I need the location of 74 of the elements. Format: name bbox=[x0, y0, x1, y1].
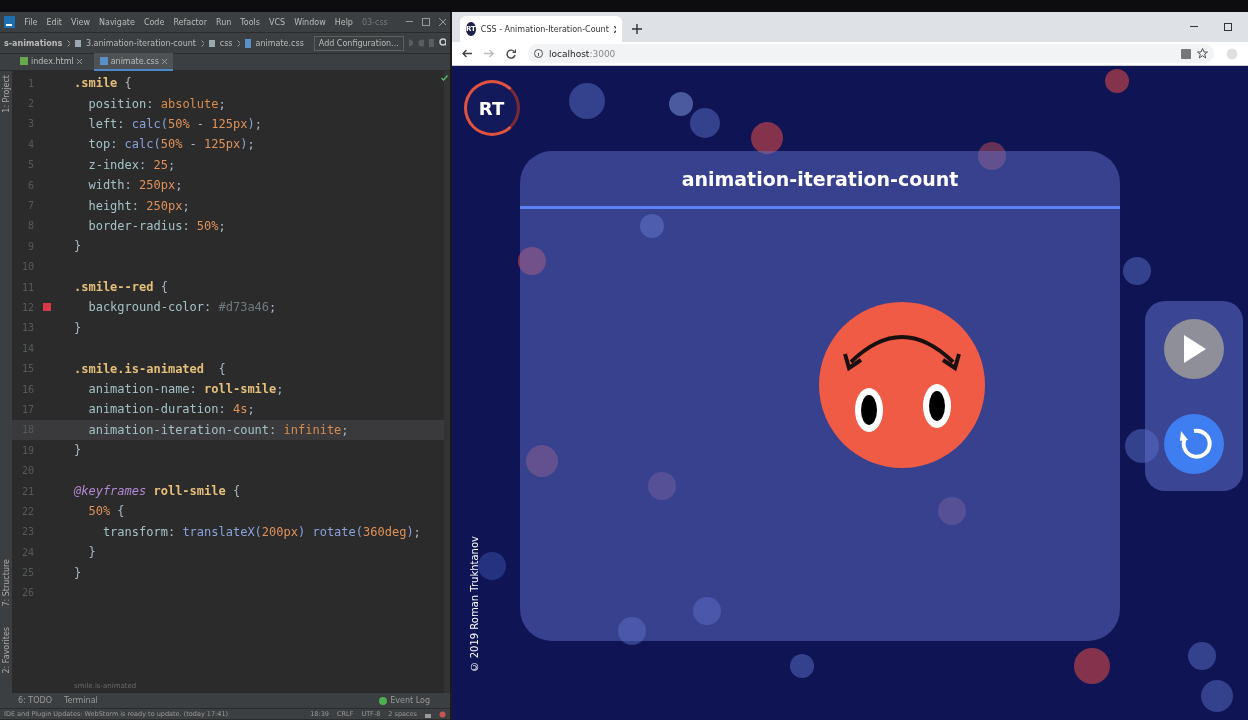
menu-item[interactable]: Refactor bbox=[173, 17, 207, 27]
folder-icon bbox=[208, 39, 215, 47]
code-line: background-color: #d73a46; bbox=[87, 300, 277, 315]
code-line: } bbox=[74, 239, 82, 254]
star-icon[interactable] bbox=[1197, 48, 1208, 59]
tool-window-tab[interactable]: 7: Structure bbox=[1, 559, 11, 607]
code-line: } bbox=[74, 320, 82, 335]
code-line: } bbox=[74, 565, 82, 580]
maximize-button[interactable] bbox=[1224, 23, 1232, 31]
code-line: height: 250px; bbox=[87, 198, 190, 213]
menu-item[interactable]: Tools bbox=[240, 17, 260, 27]
breadcrumb-item[interactable]: s-animations bbox=[4, 38, 63, 48]
minimize-button[interactable] bbox=[1190, 26, 1198, 28]
code-line: @keyframes roll-smile { bbox=[74, 484, 241, 498]
code-line: left: calc(50% - 125px); bbox=[87, 116, 262, 131]
menu-item[interactable]: VCS bbox=[269, 17, 286, 27]
menu-item[interactable]: View bbox=[71, 17, 90, 27]
chevron-icon bbox=[200, 39, 204, 47]
close-icon[interactable] bbox=[613, 25, 616, 33]
editor-tab[interactable]: animate.css bbox=[93, 53, 173, 71]
chevron-icon bbox=[67, 39, 70, 47]
menu-item[interactable]: Run bbox=[215, 17, 232, 27]
info-icon bbox=[534, 49, 543, 58]
tool-window-button[interactable]: Terminal bbox=[63, 696, 98, 705]
reload-icon[interactable] bbox=[506, 48, 516, 59]
code-line: animation-duration: 4s; bbox=[87, 402, 255, 417]
logo[interactable]: RT bbox=[463, 80, 520, 136]
editor-tab[interactable]: index.html bbox=[14, 53, 88, 71]
check-icon bbox=[441, 75, 448, 81]
menu-item[interactable]: Window bbox=[294, 17, 326, 27]
code-line: .smile--red { bbox=[74, 280, 168, 295]
code-line: border-radius: 50%; bbox=[87, 218, 226, 233]
code-line: width: 250px; bbox=[87, 178, 183, 193]
folder-icon bbox=[74, 39, 81, 47]
tool-window-tab[interactable]: 1: Project bbox=[1, 75, 11, 113]
card-title: animation-iteration-count bbox=[681, 167, 959, 190]
code-line: z-index: 25; bbox=[87, 157, 176, 172]
css-file-icon bbox=[245, 38, 251, 48]
event-log-icon bbox=[379, 696, 388, 705]
code-line: .smile.is-animated { bbox=[74, 361, 226, 376]
close-button[interactable] bbox=[438, 18, 446, 26]
code-line: .smile { bbox=[74, 76, 132, 91]
code-line: } bbox=[74, 443, 82, 458]
copyright-text: © 2019 Roman Trukhtanov bbox=[469, 535, 480, 672]
event-log-button[interactable]: Event Log bbox=[390, 696, 430, 705]
code-line: 50% { bbox=[87, 504, 125, 519]
code-line: position: absolute; bbox=[87, 96, 226, 111]
tool-window-tab[interactable]: 2: Favorites bbox=[1, 626, 11, 673]
code-line: } bbox=[87, 545, 96, 560]
code-line: transform: translateX(200px) rotate(360deg); bbox=[101, 524, 421, 539]
menu-item[interactable]: Help bbox=[334, 17, 353, 27]
menu-item[interactable]: File bbox=[24, 17, 38, 27]
notification-icon[interactable] bbox=[439, 710, 446, 718]
file-icon bbox=[20, 57, 28, 65]
menu-item[interactable]: Navigate bbox=[99, 17, 135, 27]
run-configuration-button[interactable]: Add Configuration... bbox=[313, 35, 404, 51]
breadcrumb-item[interactable]: animate.css bbox=[255, 38, 304, 48]
search-icon[interactable] bbox=[439, 38, 446, 48]
code-line: animation-name: roll-smile; bbox=[87, 382, 284, 397]
tool-window-button[interactable]: 6: TODO bbox=[18, 696, 52, 705]
code-line: top: calc(50% - 125px); bbox=[87, 137, 255, 152]
play-icon bbox=[1181, 333, 1207, 364]
menu-item[interactable]: Edit bbox=[46, 17, 62, 27]
address-field[interactable]: localhost:3000 bbox=[528, 44, 1214, 63]
breadcrumb-item[interactable]: 3.animation-iteration-count bbox=[85, 38, 196, 48]
breadcrumb-item[interactable]: css bbox=[219, 38, 233, 48]
back-arrow-icon[interactable] bbox=[462, 49, 472, 58]
app-logo-icon bbox=[4, 16, 16, 28]
new-tab-icon[interactable] bbox=[632, 24, 642, 34]
chevron-icon bbox=[237, 39, 241, 47]
menu-item[interactable]: Code bbox=[143, 17, 165, 27]
translate-icon[interactable] bbox=[1181, 48, 1191, 59]
code-line: animation-iteration-count: infinite; bbox=[87, 422, 349, 437]
file-icon bbox=[99, 57, 108, 65]
